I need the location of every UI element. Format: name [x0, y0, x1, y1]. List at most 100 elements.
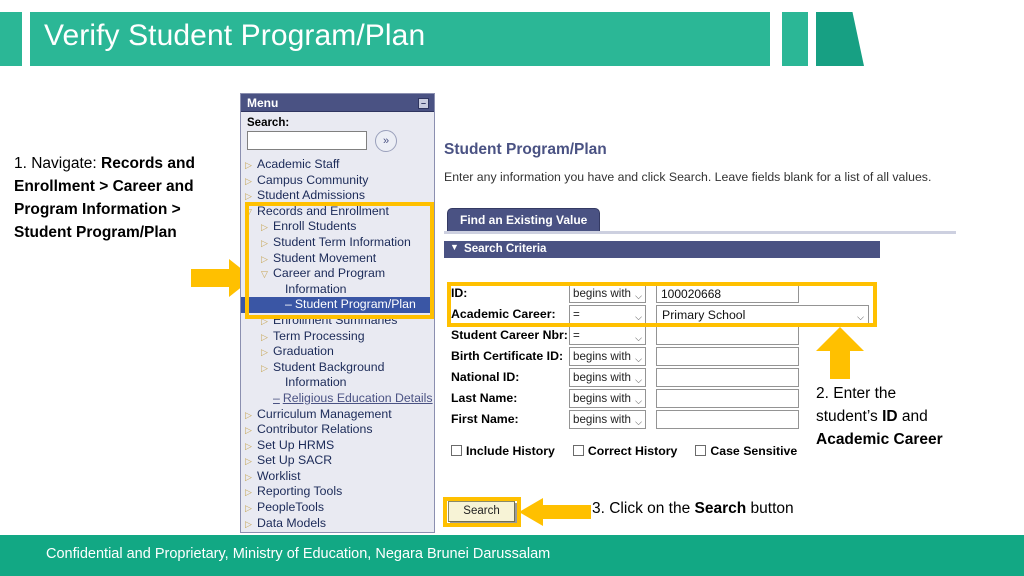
triangle-down-icon[interactable]: ▽ — [261, 267, 268, 283]
search-operator-select[interactable]: = ⌵ — [569, 305, 646, 324]
page-title: Verify Student Program/Plan — [44, 19, 426, 52]
menu-header-label: Menu — [247, 96, 279, 110]
callout-step-2-line1: 2. Enter the — [816, 385, 897, 402]
menu-item[interactable]: ▷ Curriculum Management — [241, 407, 434, 423]
menu-item[interactable]: ▷ Worklist — [241, 469, 434, 485]
search-value-input[interactable] — [656, 326, 799, 345]
menu-item-label: Enrollment Summaries — [273, 312, 398, 327]
menu-tree: ▷ Academic Staff ▷ Campus Community ▷ Student… — [241, 157, 434, 531]
menu-item-selected[interactable]: – Student Program/Plan — [241, 297, 430, 313]
triangle-right-icon[interactable]: ▷ — [261, 236, 268, 252]
search-operator-value: = — [573, 308, 580, 321]
menu-item-link[interactable]: – Religious Education Details — [241, 391, 434, 407]
menu-item[interactable]: ▷ Data Models — [241, 516, 434, 532]
checkbox-correct-history[interactable]: Correct History — [572, 442, 678, 460]
search-value-input[interactable] — [656, 410, 799, 429]
triangle-right-icon[interactable]: ▷ — [245, 439, 252, 455]
menu-item-label: Enroll Students — [273, 219, 357, 234]
double-chevron-right-icon[interactable]: » — [375, 130, 397, 152]
search-operator-select[interactable]: begins with ⌵ — [569, 347, 646, 366]
chevron-down-icon: ⌵ — [635, 417, 642, 427]
footer-bar: Confidential and Proprietary, Ministry o… — [0, 535, 1024, 576]
chevron-down-icon: ⌵ — [635, 333, 642, 343]
triangle-right-icon[interactable]: ▷ — [245, 408, 252, 424]
triangle-right-icon[interactable]: ▷ — [245, 158, 252, 174]
menu-search-label: Search: — [247, 117, 290, 129]
triangle-right-icon[interactable]: ▷ — [245, 423, 252, 439]
triangle-right-icon[interactable]: ▷ — [245, 485, 252, 501]
triangle-right-icon[interactable]: ▷ — [245, 189, 252, 205]
menu-item[interactable]: ▷ PeopleTools — [241, 500, 434, 516]
triangle-right-icon[interactable]: ▷ — [261, 330, 268, 346]
search-field-label: Birth Certificate ID: — [451, 349, 564, 363]
menu-item-label: Reporting Tools — [257, 484, 343, 499]
search-operator-select[interactable]: begins with ⌵ — [569, 368, 646, 387]
menu-search-input[interactable] — [247, 131, 367, 150]
search-operator-select[interactable]: begins with ⌵ — [569, 389, 646, 408]
menu-item[interactable]: ▷ Academic Staff — [241, 157, 434, 173]
search-field-label: Last Name: — [451, 391, 518, 405]
menu-item[interactable]: ▷ Set Up HRMS — [241, 438, 434, 454]
callout-step-1: 1. Navigate: Records and Enrollment > Ca… — [14, 152, 214, 244]
menu-item-label: Religious Education Details — [282, 390, 433, 405]
menu-item[interactable]: ▷ Term Processing — [241, 329, 434, 345]
menu-item[interactable]: ▷ Graduation — [241, 344, 434, 360]
content-page-title: Student Program/Plan — [444, 141, 607, 158]
search-value-input[interactable] — [656, 347, 799, 366]
search-operator-select[interactable]: begins with ⌵ — [569, 410, 646, 429]
search-value-select[interactable]: Primary School ⌵ — [656, 305, 869, 324]
tab-underline — [444, 231, 956, 234]
minus-icon[interactable]: – — [418, 98, 429, 109]
search-criteria-bar[interactable]: ▼ Search Criteria — [444, 241, 880, 258]
triangle-right-icon[interactable]: ▷ — [245, 174, 252, 190]
menu-item[interactable]: ▷ Student Movement — [241, 251, 434, 267]
search-criteria-label: Search Criteria — [464, 242, 547, 255]
search-field-label: Student Career Nbr: — [451, 328, 568, 342]
tab-find-an-existing-value[interactable]: Find an Existing Value — [447, 208, 601, 233]
search-operator-value: begins with — [573, 350, 632, 363]
search-operator-select[interactable]: begins with ⌵ — [569, 284, 646, 303]
menu-item[interactable]: ▷ Student Admissions — [241, 188, 434, 204]
search-value-text: 100020668 — [661, 287, 722, 301]
search-value-input[interactable] — [656, 389, 799, 408]
search-value-input[interactable] — [656, 368, 799, 387]
chevron-down-icon: ⌵ — [635, 375, 642, 385]
chevron-down-icon: ▼ — [450, 242, 459, 252]
search-operator-select[interactable]: = ⌵ — [569, 326, 646, 345]
triangle-right-icon[interactable]: ▷ — [261, 252, 268, 268]
checkbox-box-icon[interactable] — [451, 445, 462, 456]
menu-item[interactable]: ▷ Enrollment Summaries — [241, 313, 434, 329]
menu-item[interactable]: ▽ Records and Enrollment — [241, 204, 434, 220]
search-value-input[interactable]: 100020668 — [656, 284, 799, 303]
triangle-right-icon[interactable]: ▷ — [245, 454, 252, 470]
triangle-right-icon[interactable]: ▷ — [245, 470, 252, 486]
menu-item[interactable]: ▽ Career and Program — [241, 266, 434, 282]
triangle-down-icon[interactable]: ▽ — [245, 205, 252, 221]
footer-text: Confidential and Proprietary, Ministry o… — [46, 546, 551, 562]
checkbox-label: Correct History — [587, 444, 678, 458]
triangle-right-icon[interactable]: ▷ — [261, 345, 268, 361]
checkbox-case-sensitive[interactable]: Case Sensitive — [695, 442, 797, 460]
menu-item[interactable]: ▷ Contributor Relations — [241, 422, 434, 438]
menu-item[interactable]: ▷ Enroll Students — [241, 219, 434, 235]
search-button[interactable]: Search — [448, 501, 515, 522]
checkbox-box-icon[interactable] — [695, 445, 707, 456]
triangle-right-icon[interactable]: ▷ — [261, 314, 268, 330]
checkbox-label: Include History — [466, 444, 555, 458]
triangle-right-icon[interactable]: ▷ — [245, 517, 252, 533]
search-operator-value: = — [573, 329, 580, 342]
search-field-label: Academic Career: — [451, 307, 556, 321]
checkbox-include-history[interactable]: Include History — [451, 442, 555, 460]
menu-item[interactable]: ▷ Student Background — [241, 360, 434, 376]
triangle-right-icon[interactable]: ▷ — [261, 220, 268, 236]
checkbox-box-icon[interactable] — [572, 445, 584, 456]
menu-item-label: Career and Program — [273, 266, 386, 281]
menu-item[interactable]: ▷ Reporting Tools — [241, 484, 434, 500]
triangle-right-icon[interactable]: ▷ — [245, 501, 252, 517]
menu-item[interactable]: ▷ Student Term Information — [241, 235, 434, 251]
menu-search-row: » — [247, 130, 434, 155]
content-instruction: Enter any information you have and click… — [444, 170, 932, 184]
triangle-right-icon[interactable]: ▷ — [261, 361, 268, 377]
menu-item[interactable]: ▷ Campus Community — [241, 173, 434, 189]
menu-item[interactable]: ▷ Set Up SACR — [241, 453, 434, 469]
